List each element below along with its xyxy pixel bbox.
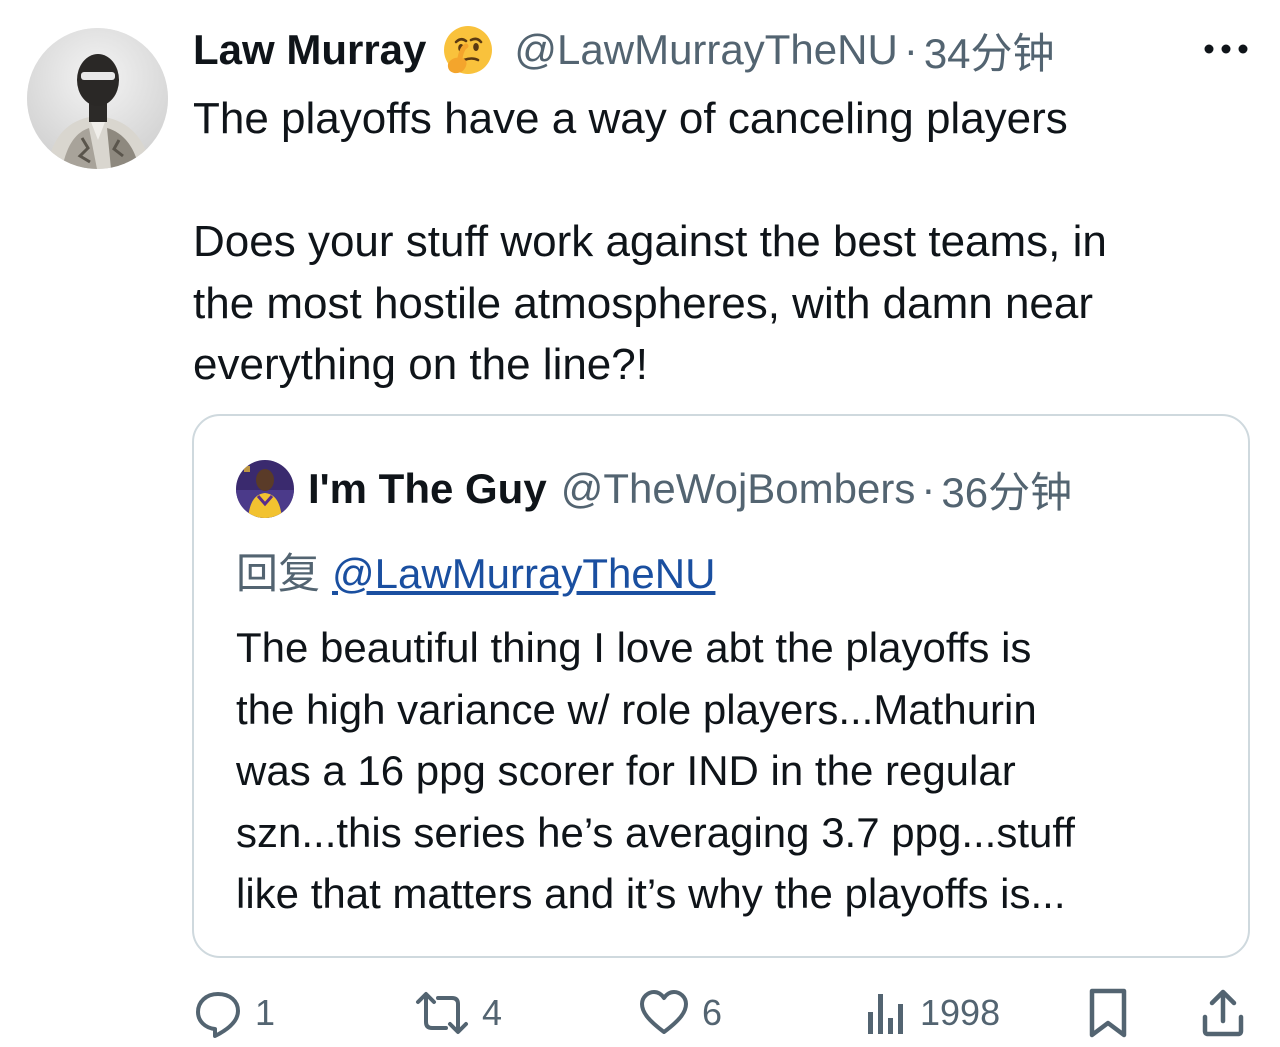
tweet-text: The playoffs have a way of canceling pla… — [193, 88, 1253, 396]
more-icon[interactable] — [1201, 34, 1251, 64]
quoted-text: The beautiful thing I love abt the playo… — [236, 617, 1236, 925]
like-button[interactable]: 6 — [638, 985, 722, 1041]
quoted-author-avatar — [236, 460, 294, 518]
tweet-time[interactable]: 34分钟 — [924, 20, 1055, 81]
tweet-text-line: The playoffs have a way of canceling pla… — [193, 94, 1068, 143]
quoted-text-line: was a 16 ppg scorer for IND in the regul… — [236, 747, 1016, 794]
reply-to-link[interactable]: @LawMurrayTheNU — [332, 550, 715, 597]
quoted-author-name[interactable]: I'm The Guy — [308, 465, 547, 513]
reply-prefix: 回复 — [236, 550, 321, 597]
author-avatar[interactable] — [27, 28, 168, 169]
quoted-text-line: like that matters and it’s why the playo… — [236, 870, 1066, 917]
author-name[interactable]: Law Murray — [193, 26, 426, 74]
tweet-header: Law Murray @LawMurrayTheNU · 34分钟 — [193, 22, 1055, 78]
reply-context: 回复 @LawMurrayTheNU — [236, 540, 715, 601]
reply-icon — [193, 988, 243, 1038]
share-icon — [1200, 987, 1246, 1039]
separator-dot: · — [903, 26, 918, 73]
action-bar: 1 4 6 1998 — [0, 985, 1280, 1041]
bookmark-icon — [1086, 987, 1130, 1039]
thinking-face-emoji — [442, 24, 494, 76]
quoted-text-line: the high variance w/ role players...Math… — [236, 685, 1037, 733]
like-icon — [638, 988, 690, 1038]
views-icon — [864, 988, 908, 1038]
quoted-author-handle[interactable]: @TheWojBombers — [561, 465, 916, 513]
tweet-text-blank-line — [193, 150, 1253, 212]
quoted-text-line: The beautiful thing I love abt the playo… — [236, 624, 1032, 671]
share-button[interactable] — [1200, 985, 1246, 1041]
reply-button[interactable]: 1 — [193, 985, 275, 1041]
reply-count: 1 — [255, 992, 276, 1033]
retweet-icon — [414, 988, 470, 1038]
views-count: 1998 — [920, 992, 1001, 1033]
quoted-text-line: szn...this series he’s averaging 3.7 ppg… — [236, 808, 1075, 856]
quoted-tweet-card[interactable]: I'm The Guy @TheWojBombers · 36分钟 回复 @Law… — [192, 414, 1250, 958]
retweet-button[interactable]: 4 — [414, 985, 502, 1041]
tweet-text-line: Does your stuff work against the best te… — [193, 217, 1107, 266]
author-handle[interactable]: @LawMurrayTheNU — [514, 26, 897, 74]
quoted-time: 36分钟 — [941, 468, 1073, 516]
tweet-text-line: the most hostile atmospheres, with damn … — [193, 278, 1094, 328]
separator-dot: · — [921, 465, 936, 512]
views-button[interactable]: 1998 — [864, 985, 1000, 1041]
quoted-header: I'm The Guy @TheWojBombers · 36分钟 — [308, 460, 1072, 518]
like-count: 6 — [702, 992, 723, 1033]
bookmark-button[interactable] — [1086, 985, 1130, 1041]
retweet-count: 4 — [482, 992, 503, 1033]
tweet-text-line: everything on the line?! — [193, 340, 648, 389]
